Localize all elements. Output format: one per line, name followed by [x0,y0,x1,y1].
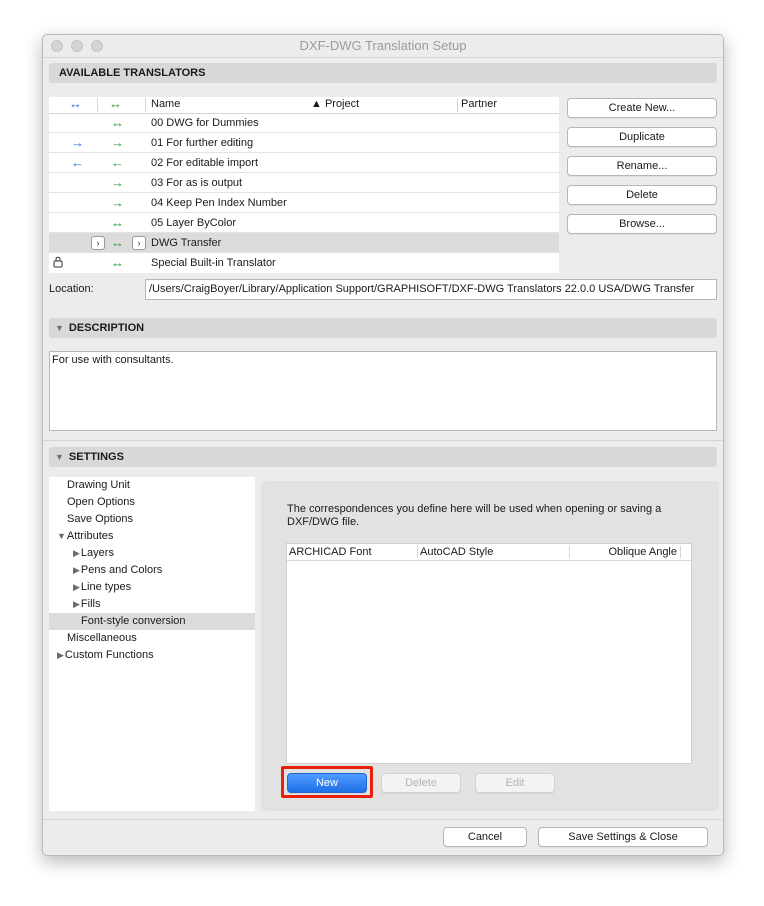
tree-item-label: Miscellaneous [67,632,137,644]
disclosure-down-icon[interactable]: ▼ [57,531,66,541]
chevron-right-icon[interactable]: › [91,236,105,250]
disclosure-right-icon[interactable]: ▶ [73,582,80,592]
translator-name: Special Built-in Translator [151,257,276,269]
translator-row[interactable]: ↔ 05 Layer ByColor [49,213,559,233]
tree-item-label: Line types [80,581,132,593]
location-field[interactable]: /Users/CraigBoyer/Library/Application Su… [145,279,717,300]
tree-item-pens-and-colors[interactable]: ▶Pens and Colors [49,562,279,579]
tree-item-miscellaneous[interactable]: Miscellaneous [49,630,273,647]
tree-item-font-style-conversion[interactable]: Font-style conversion [49,613,255,630]
translator-name: 05 Layer ByColor [151,217,236,229]
create-new-button[interactable]: Create New... [567,98,717,118]
cancel-button[interactable]: Cancel [443,827,527,847]
description-label: DESCRIPTION [68,322,145,334]
column-oblique-angle[interactable]: Oblique Angle [609,544,678,560]
direction-sort-icon-blue[interactable]: ↔ [69,96,82,111]
translator-row[interactable]: → 03 For as is output [49,173,559,193]
tree-item-label: Font-style conversion [81,615,186,627]
direction-arrow-icon: ↔ [111,115,124,130]
description-header[interactable]: ▼ DESCRIPTION [49,318,717,338]
translator-name: 02 For editable import [151,157,258,169]
translator-row-selected[interactable]: › ↔ › DWG Transfer [49,233,559,253]
panel-message: The correspondences you define here will… [287,503,662,528]
tree-item-label: Fills [80,598,101,610]
direction-arrow-icon: ↔ [111,235,124,250]
tree-item-label: Custom Functions [64,649,154,661]
tree-item-label: Save Options [67,513,134,525]
translator-name: DWG Transfer [151,237,222,249]
disclosure-triangle-icon[interactable]: ▼ [55,447,64,467]
tree-item-line-types[interactable]: ▶Line types [49,579,279,596]
direction-arrow-icon: ← [71,155,84,170]
direction-arrow-icon: → [111,135,124,150]
settings-label: SETTINGS [68,451,124,463]
divider [43,440,723,441]
description-textarea[interactable]: For use with consultants. [49,351,717,431]
translator-row[interactable]: → 04 Keep Pen Index Number [49,193,559,213]
tree-item-attributes[interactable]: ▼Attributes [49,528,263,545]
chevron-right-icon[interactable]: › [132,236,146,250]
direction-arrow-icon: → [111,195,124,210]
tree-item-drawing-unit[interactable]: Drawing Unit [49,477,273,494]
tree-item-custom-functions[interactable]: ▶Custom Functions [49,647,263,664]
font-style-conversion-panel: The correspondences you define here will… [261,481,719,811]
new-button-highlight [281,766,373,798]
translator-name: 01 For further editing [151,137,254,149]
delete-translator-button[interactable]: Delete [567,185,717,205]
translator-list-header: ↔ ↔ Name ▲ Project Partner [49,96,559,114]
tree-item-label: Drawing Unit [67,479,130,491]
tree-item-label: Open Options [67,496,135,508]
translator-row[interactable]: → → 01 For further editing [49,133,559,153]
direction-arrow-icon: ← [111,155,124,170]
direction-arrow-icon: ↔ [111,255,124,270]
tree-item-fills[interactable]: ▶Fills [49,596,279,613]
tree-item-label: Attributes [66,530,114,542]
available-translators-label: AVAILABLE TRANSLATORS [59,67,206,79]
disclosure-triangle-icon[interactable]: ▼ [55,318,64,338]
translator-list[interactable]: ↔ ↔ Name ▲ Project Partner ↔ 00 DWG for … [49,96,559,273]
tree-item-open-options[interactable]: Open Options [49,494,273,511]
direction-arrow-icon: → [71,135,84,150]
available-translators-header: AVAILABLE TRANSLATORS [49,63,717,83]
column-archicad-font[interactable]: ARCHICAD Font [289,544,372,560]
disclosure-right-icon[interactable]: ▶ [57,650,64,660]
rename-button[interactable]: Rename... [567,156,717,176]
browse-button[interactable]: Browse... [567,214,717,234]
disclosure-right-icon[interactable]: ▶ [73,599,80,609]
lock-icon [53,256,63,271]
column-autocad-style[interactable]: AutoCAD Style [420,544,493,560]
translation-setup-window: DXF-DWG Translation Setup AVAILABLE TRAN… [42,34,724,856]
translator-name: 03 For as is output [151,177,243,189]
translator-row[interactable]: ← ← 02 For editable import [49,153,559,173]
settings-tree[interactable]: Drawing Unit Open Options Save Options ▼… [49,477,255,811]
delete-correspondence-button[interactable]: Delete [381,773,461,793]
tree-item-save-options[interactable]: Save Options [49,511,273,528]
settings-header[interactable]: ▼ SETTINGS [49,447,717,467]
edit-button[interactable]: Edit [475,773,555,793]
tree-item-label: Pens and Colors [80,564,163,576]
tree-item-label: Layers [80,547,114,559]
divider [43,819,723,820]
save-settings-close-button[interactable]: Save Settings & Close [538,827,708,847]
tree-item-layers[interactable]: ▶Layers [49,545,279,562]
disclosure-right-icon[interactable]: ▶ [73,565,80,575]
translator-row[interactable]: ↔ Special Built-in Translator [49,253,559,273]
direction-arrow-icon: → [111,175,124,190]
translator-name: 00 DWG for Dummies [151,117,259,129]
column-project[interactable]: ▲ Project [311,98,359,110]
disclosure-right-icon[interactable]: ▶ [73,548,80,558]
column-name[interactable]: Name [151,98,180,110]
correspondence-table[interactable]: ARCHICAD Font AutoCAD Style Oblique Angl… [286,543,693,764]
duplicate-button[interactable]: Duplicate [567,127,717,147]
direction-sort-icon-green[interactable]: ↔ [109,96,122,111]
translator-name: 04 Keep Pen Index Number [151,197,287,209]
column-partner[interactable]: Partner [461,98,497,110]
location-label: Location: [49,283,94,295]
translator-row[interactable]: ↔ 00 DWG for Dummies [49,113,559,133]
title-bar: DXF-DWG Translation Setup [43,35,723,58]
window-title: DXF-DWG Translation Setup [299,38,467,53]
direction-arrow-icon: ↔ [111,215,124,230]
